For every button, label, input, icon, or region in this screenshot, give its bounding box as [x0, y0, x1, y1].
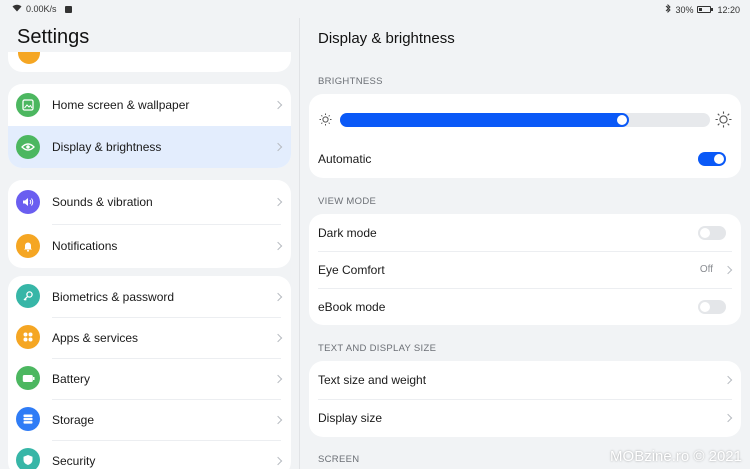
brightness-slider[interactable]: [340, 113, 710, 127]
display-size-row[interactable]: Display size: [309, 399, 741, 437]
eye-comfort-row[interactable]: Eye Comfort Off: [309, 251, 741, 288]
sidebar-item-home-screen[interactable]: Home screen & wallpaper: [8, 84, 291, 126]
settings-card-display: Home screen & wallpaper Display & bright…: [8, 84, 291, 168]
dark-mode-row[interactable]: Dark mode: [309, 214, 741, 251]
eye-comfort-label: Eye Comfort: [318, 262, 385, 277]
text-display-card: Text size and weight Display size: [309, 361, 741, 437]
sidebar-item-label: Sounds & vibration: [52, 195, 153, 209]
sidebar-item-label: Display & brightness: [52, 140, 162, 154]
detail-pane: Display & brightness BRIGHTNESS Automati…: [301, 18, 750, 469]
section-view-mode: VIEW MODE: [318, 196, 377, 207]
chevron-right-icon: [273, 292, 283, 301]
chevron-right-icon: [273, 197, 283, 207]
chevron-right-icon: [723, 375, 733, 385]
bluetooth-icon: [665, 3, 672, 15]
storage-icon: [16, 407, 40, 431]
settings-card-scrolled: [8, 52, 291, 72]
sidebar-item-battery[interactable]: Battery: [8, 358, 291, 399]
sidebar-item-notifications[interactable]: Notifications: [8, 224, 291, 268]
grid-icon: [16, 325, 40, 349]
section-screen: SCREEN: [318, 454, 360, 465]
sidebar-item-sounds[interactable]: Sounds & vibration: [8, 180, 291, 224]
brightness-high-icon: [715, 111, 732, 133]
text-size-row[interactable]: Text size and weight: [309, 361, 741, 399]
watermark: MOBzine.ro © 2021: [610, 448, 742, 465]
settings-card-sounds: Sounds & vibration Notifications: [8, 180, 291, 268]
sidebar-item-label: Battery: [52, 371, 91, 386]
dark-mode-label: Dark mode: [318, 225, 377, 240]
chevron-right-icon: [723, 265, 733, 274]
battery-icon: [697, 6, 714, 13]
chevron-right-icon: [273, 415, 283, 424]
detail-title: Display & brightness: [318, 30, 455, 47]
sidebar-item-label: Security: [52, 453, 96, 468]
chevron-right-icon: [273, 374, 283, 383]
section-brightness: BRIGHTNESS: [318, 76, 383, 87]
sidebar-item-biometrics[interactable]: Biometrics & password: [8, 276, 291, 317]
text-size-label: Text size and weight: [318, 373, 427, 387]
battery-icon: [16, 366, 40, 390]
notification-icon: [64, 5, 72, 13]
speaker-icon: [16, 190, 40, 214]
sidebar-item-label: Biometrics & password: [52, 289, 175, 304]
ebook-mode-toggle[interactable]: [698, 299, 726, 314]
settings-card-system: Biometrics & password Apps & services Ba…: [8, 276, 291, 469]
eye-icon: [16, 135, 40, 159]
section-text-display: TEXT AND DISPLAY SIZE: [318, 343, 437, 354]
sidebar-item-label: Home screen & wallpaper: [52, 98, 190, 112]
shield-icon: [16, 448, 40, 469]
sidebar-item-apps[interactable]: Apps & services: [8, 317, 291, 358]
display-size-label: Display size: [318, 411, 383, 425]
automatic-brightness-row[interactable]: Automatic: [309, 142, 741, 176]
sidebar-item-label: Notifications: [52, 239, 118, 253]
sidebar-item-label: Apps & services: [52, 330, 139, 345]
network-speed: 0.00K/s: [26, 4, 57, 14]
bell-icon: [16, 234, 40, 258]
battery-percent: 30%: [675, 4, 694, 15]
settings-pane: Settings Home screen & wallpaper Display…: [0, 18, 300, 469]
automatic-label: Automatic: [318, 152, 372, 166]
image-icon: [16, 93, 40, 117]
brightness-card: Automatic: [309, 94, 741, 178]
chevron-right-icon: [273, 333, 283, 342]
sidebar-item-label: Storage: [52, 412, 95, 427]
clock: 12:20: [717, 4, 740, 15]
chevron-right-icon: [273, 142, 283, 152]
sidebar-item-display[interactable]: Display & brightness: [8, 126, 291, 168]
status-bar: 0.00K/s 30% 12:20: [0, 0, 750, 18]
brightness-slider-fill: [340, 113, 629, 127]
ebook-mode-row[interactable]: eBook mode: [309, 288, 741, 325]
sidebar-item-security[interactable]: Security: [8, 440, 291, 469]
sidebar-item-storage[interactable]: Storage: [8, 399, 291, 440]
dark-mode-toggle[interactable]: [698, 225, 726, 240]
brightness-slider-thumb[interactable]: [616, 115, 627, 125]
chevron-right-icon: [273, 456, 283, 465]
key-icon: [16, 284, 40, 308]
brightness-low-icon: [319, 113, 332, 131]
chevron-right-icon: [723, 413, 733, 423]
chevron-right-icon: [273, 100, 283, 110]
eye-comfort-value: Off: [699, 264, 713, 275]
page-title: Settings: [17, 26, 90, 48]
automatic-brightness-toggle[interactable]: [698, 152, 726, 166]
ebook-mode-label: eBook mode: [318, 299, 386, 314]
wifi-icon: [12, 4, 22, 14]
view-mode-card: Dark mode Eye Comfort Off eBook mode: [309, 214, 741, 325]
avatar-icon: [18, 52, 40, 64]
chevron-right-icon: [273, 241, 283, 251]
